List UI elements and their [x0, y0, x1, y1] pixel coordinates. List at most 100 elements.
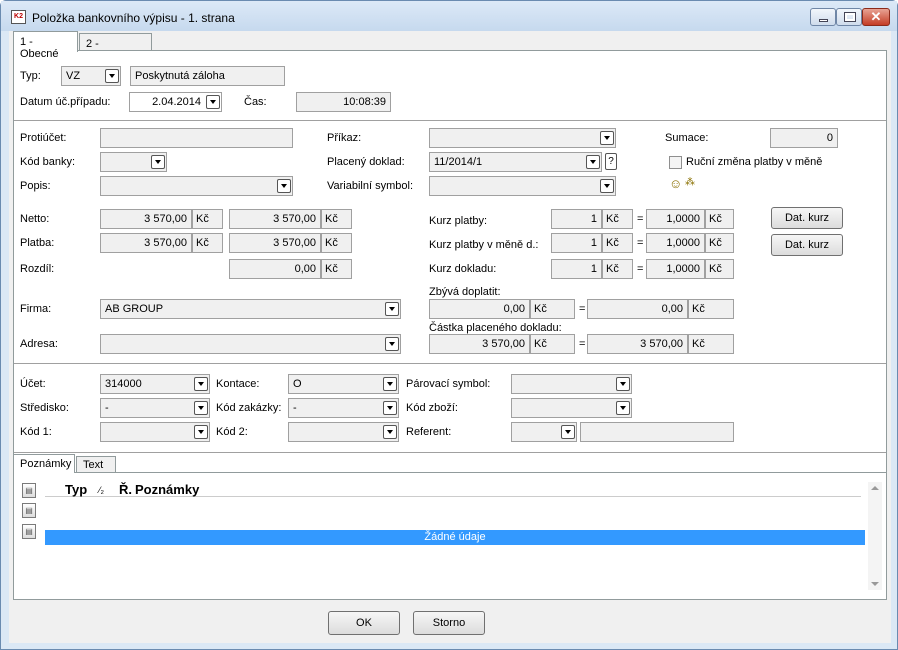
chevron-down-icon[interactable] — [586, 155, 600, 169]
tab-obecne[interactable]: 1 - Obecné — [13, 31, 78, 60]
chevron-down-icon[interactable] — [600, 131, 614, 145]
ucet-dropdown[interactable]: 314000 — [100, 374, 210, 394]
kurz-mene-label: Kurz platby v měně d.: — [429, 239, 539, 251]
castka-label: Částka placeného dokladu: — [429, 322, 562, 334]
rozdil-field: 0,00 — [229, 259, 321, 279]
stredisko-dropdown[interactable]: - — [100, 398, 210, 418]
prikaz-dropdown[interactable] — [429, 128, 616, 148]
scroll-down-icon[interactable] — [871, 582, 879, 586]
col-sort[interactable]: ⁄₂ — [99, 485, 104, 495]
equals-sign: = — [579, 338, 586, 350]
delete-note-icon[interactable]: ▤ — [22, 524, 36, 539]
netto-unit-2: Kč — [321, 209, 352, 229]
kod1-label: Kód 1: — [20, 426, 52, 438]
col-typ[interactable]: Typ — [65, 482, 87, 497]
notes-scrollbar[interactable] — [868, 482, 882, 590]
storno-button[interactable]: Storno — [413, 611, 485, 635]
referent-dropdown[interactable] — [511, 422, 577, 442]
ucet-value: 314000 — [105, 378, 142, 390]
castka-unit-1: Kč — [530, 334, 575, 354]
parovaci-symbol-label: Párovací symbol: — [406, 378, 491, 390]
castka-field-2: 3 570,00 — [587, 334, 688, 354]
add-note-icon[interactable]: ▤ — [22, 483, 36, 498]
placeny-doklad-value: 11/2014/1 — [434, 156, 483, 168]
kod-zakazky-value: - — [293, 402, 297, 414]
firma-dropdown[interactable]: AB GROUP — [100, 299, 401, 319]
scroll-up-icon[interactable] — [871, 486, 879, 490]
dat-kurz-button-1[interactable]: Dat. kurz — [771, 207, 843, 229]
title-bar[interactable]: K2 Položka bankovního výpisu - 1. strana… — [1, 1, 897, 31]
col-cislo[interactable]: Ř. — [119, 482, 132, 497]
notes-grid: Typ ⁄₂ Ř. Poznámky Žádné údaje — [43, 473, 883, 590]
col-poznamky[interactable]: Poznámky — [135, 482, 199, 497]
tab-poznamky[interactable]: Poznámky — [13, 454, 75, 473]
datum-value: 2.04.2014 — [152, 96, 201, 108]
kod-zakazky-dropdown[interactable]: - — [288, 398, 399, 418]
rucni-zmena-checkbox[interactable] — [669, 156, 682, 169]
datum-field[interactable]: 2.04.2014 — [129, 92, 222, 112]
chevron-down-icon[interactable] — [385, 302, 399, 316]
chevron-down-icon[interactable] — [206, 95, 220, 109]
chevron-down-icon[interactable] — [383, 377, 397, 391]
platba-field-1: 3 570,00 — [100, 233, 192, 253]
castka-field-1: 3 570,00 — [429, 334, 530, 354]
kod-zbozi-dropdown[interactable] — [511, 398, 632, 418]
ok-button[interactable]: OK — [328, 611, 400, 635]
chevron-down-icon[interactable] — [151, 155, 165, 169]
prikaz-label: Příkaz: — [327, 132, 362, 144]
kurz-dokladu-label: Kurz dokladu: — [429, 263, 497, 275]
empty-row[interactable]: Žádné údaje — [45, 530, 865, 545]
coins-icon: ⁂ — [685, 177, 695, 188]
popis-dropdown[interactable] — [100, 176, 293, 196]
kurz-platby-rate-unit: Kč — [705, 209, 734, 229]
kurz-platby-label: Kurz platby: — [429, 215, 488, 227]
adresa-dropdown[interactable] — [100, 334, 401, 354]
chevron-down-icon[interactable] — [616, 377, 630, 391]
popis-label: Popis: — [20, 180, 51, 192]
cas-field: 10:08:39 — [296, 92, 391, 112]
edit-note-icon[interactable]: ▤ — [22, 503, 36, 518]
dat-kurz-button-2[interactable]: Dat. kurz — [771, 234, 843, 256]
kod1-dropdown[interactable] — [100, 422, 210, 442]
close-button[interactable]: ✕ — [862, 8, 890, 26]
notes-panel: ▤ ▤ ▤ Typ ⁄₂ Ř. Poznámky Žádné údaje — [13, 472, 887, 600]
chevron-down-icon[interactable] — [194, 401, 208, 415]
zbyva-doplatit-field-2: 0,00 — [587, 299, 688, 319]
placeny-doklad-help-button[interactable]: ? — [605, 153, 617, 170]
protiucet-field[interactable] — [100, 128, 293, 148]
zbyva-doplatit-unit-2: Kč — [688, 299, 734, 319]
tab-text[interactable]: Text — [76, 456, 116, 473]
maximize-icon — [844, 12, 856, 22]
divider — [14, 120, 886, 121]
kontace-dropdown[interactable]: O — [288, 374, 399, 394]
kod-banky-label: Kód banky: — [20, 156, 76, 168]
chevron-down-icon[interactable] — [600, 179, 614, 193]
notes-grid-header: Typ ⁄₂ Ř. Poznámky — [45, 481, 861, 497]
variabilni-symbol-dropdown[interactable] — [429, 176, 616, 196]
chevron-down-icon[interactable] — [194, 377, 208, 391]
chevron-down-icon[interactable] — [105, 69, 119, 83]
rucni-zmena-label: Ruční změna platby v měně — [686, 156, 823, 168]
placeny-doklad-dropdown[interactable]: 11/2014/1 — [429, 152, 602, 172]
kontace-value: O — [293, 378, 302, 390]
variabilni-symbol-label: Variabilní symbol: — [327, 180, 413, 192]
chevron-down-icon[interactable] — [277, 179, 291, 193]
chevron-down-icon[interactable] — [383, 425, 397, 439]
chevron-down-icon[interactable] — [194, 425, 208, 439]
minimize-button[interactable] — [810, 8, 836, 26]
kurz-mene-unit: Kč — [602, 233, 633, 253]
parovaci-symbol-dropdown[interactable] — [511, 374, 632, 394]
chevron-down-icon[interactable] — [561, 425, 575, 439]
netto-label: Netto: — [20, 213, 50, 225]
chevron-down-icon[interactable] — [383, 401, 397, 415]
kod-banky-dropdown[interactable] — [100, 152, 167, 172]
typ-dropdown[interactable]: VZ — [61, 66, 121, 86]
chevron-down-icon[interactable] — [616, 401, 630, 415]
chevron-down-icon[interactable] — [385, 337, 399, 351]
kod2-dropdown[interactable] — [288, 422, 399, 442]
datum-label: Datum úč.případu: — [20, 96, 111, 108]
typ-label: Typ: — [20, 70, 41, 82]
platba-field-2: 3 570,00 — [229, 233, 321, 253]
rozdil-label: Rozdíl: — [20, 263, 55, 275]
maximize-button[interactable] — [836, 8, 862, 26]
